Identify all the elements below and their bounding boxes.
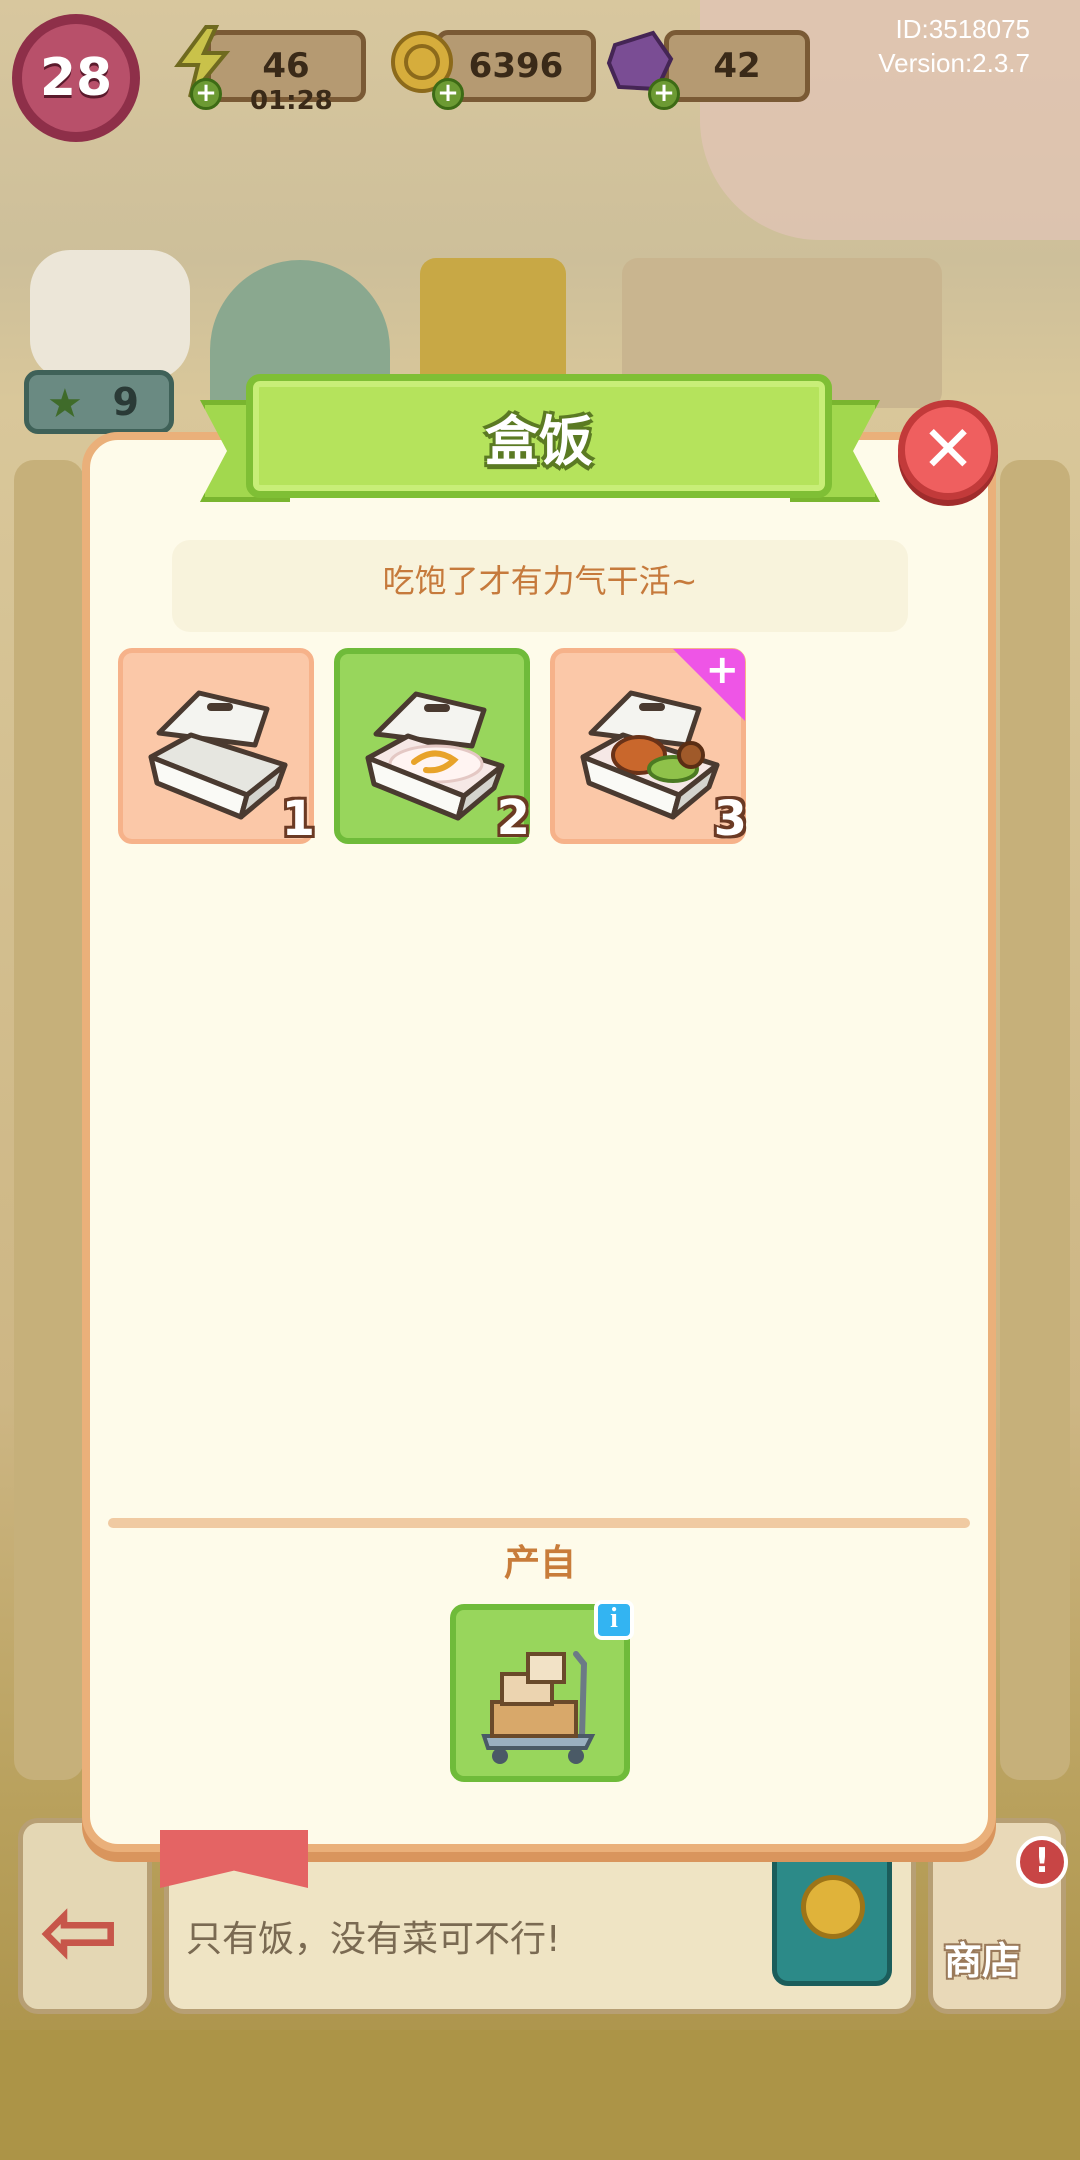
plus-icon: + — [705, 647, 739, 693]
shop-alert-badge: ! — [1016, 1836, 1068, 1888]
player-id: ID:3518075 — [895, 14, 1030, 44]
item-level-1: 1 — [281, 791, 315, 847]
producer-tile[interactable]: i — [450, 1600, 634, 1782]
item-level-3: 3 — [713, 791, 747, 847]
chicken-character — [30, 250, 190, 380]
close-button[interactable]: ✕ — [898, 400, 998, 500]
coin-icon — [801, 1875, 865, 1939]
star-counter: ★ 9 — [24, 370, 174, 434]
source-label: 产自 — [503, 1543, 576, 1584]
energy-value: 46 — [262, 46, 310, 86]
hint-message: 只有饭，没有菜可不行! — [186, 1919, 561, 1960]
energy-add-button[interactable]: + — [190, 78, 222, 110]
item-tile-level-2[interactable]: 2 — [334, 648, 530, 846]
exit-arrow-icon: ⇦ — [39, 1875, 120, 1987]
version-label: Version:2.3.7 — [878, 48, 1030, 78]
floor-decor — [0, 2030, 1080, 2160]
item-description: 吃饱了才有力气干活~ — [382, 562, 698, 600]
dialog-title: 盒饭 — [485, 409, 593, 473]
gem-value: 42 — [713, 46, 761, 86]
gem-counter[interactable]: 42 — [664, 30, 810, 102]
rice-lunchbox-icon — [365, 691, 505, 821]
shop-label: 商店 — [944, 1939, 1021, 1983]
coin-value: 6396 — [468, 46, 564, 86]
star-icon: ★ — [47, 381, 83, 427]
title-ribbon: 盒饭 — [246, 374, 832, 498]
item-level-2: 2 — [496, 790, 530, 846]
item-tile-level-1[interactable]: 1 — [118, 648, 315, 847]
energy-timer: 01:28 — [250, 86, 333, 116]
info-icon[interactable]: i — [594, 1600, 634, 1640]
player-level: 28 — [39, 48, 113, 108]
item-tile-level-3[interactable]: + 3 — [550, 647, 747, 847]
build-info: ID:3518075 Version:2.3.7 — [878, 12, 1030, 80]
section-divider — [108, 1518, 970, 1528]
coin-shop-button[interactable] — [772, 1836, 892, 1986]
coin-add-button[interactable]: + — [432, 78, 464, 110]
player-level-badge[interactable]: 28 — [12, 14, 140, 142]
star-count: 9 — [112, 380, 139, 424]
gem-add-button[interactable]: + — [648, 78, 680, 110]
meat-lunchbox-icon — [580, 690, 720, 820]
close-icon: ✕ — [921, 413, 975, 487]
empty-lunchbox-icon — [148, 690, 288, 820]
delivery-cart-icon — [481, 1651, 596, 1764]
